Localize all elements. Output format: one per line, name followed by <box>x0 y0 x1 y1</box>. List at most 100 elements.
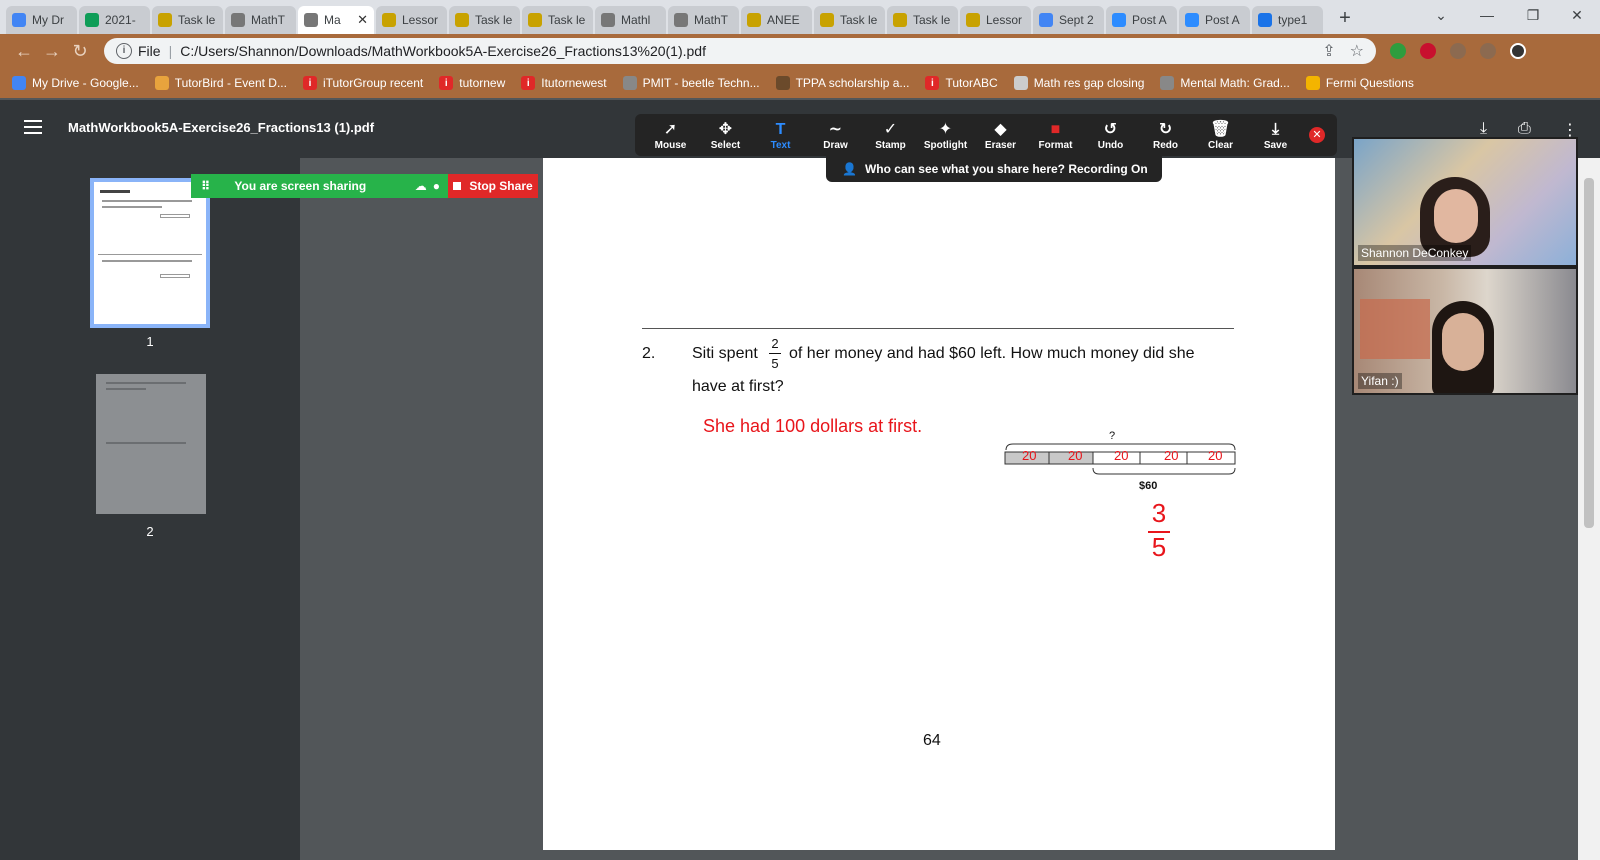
bookmark-favicon-icon <box>1305 76 1320 90</box>
browser-tab[interactable]: Task le <box>814 6 885 34</box>
bookmark-item[interactable]: TPPA scholarship a... <box>775 76 909 90</box>
close-window-icon[interactable]: ✕ <box>1554 0 1600 30</box>
site-info-icon[interactable]: i <box>116 43 132 59</box>
bookmark-item[interactable]: My Drive - Google... <box>12 76 139 90</box>
page-thumbnail-2[interactable] <box>96 374 206 514</box>
browser-tab[interactable]: Task le <box>449 6 520 34</box>
reload-icon[interactable]: ↻ <box>66 41 94 62</box>
browser-tab[interactable]: Task le <box>522 6 593 34</box>
page-thumbnail-1[interactable] <box>90 178 210 328</box>
typed-answer: She had 100 dollars at first. <box>703 416 923 436</box>
browser-tab[interactable]: Mathl <box>595 6 666 34</box>
print-icon[interactable]: ⎙ <box>1518 120 1531 138</box>
extension-icon[interactable] <box>1390 43 1406 59</box>
tool-format-button[interactable]: ■ Format <box>1028 120 1083 151</box>
fraction-denominator: 5 <box>771 356 779 371</box>
minimize-icon[interactable]: — <box>1464 0 1510 30</box>
recording-notice[interactable]: 👤 Who can see what you share here? Recor… <box>826 156 1162 182</box>
mouse-pointer-icon: ➚ <box>663 120 678 138</box>
ublock-extension-icon[interactable] <box>1420 43 1436 59</box>
bookmark-item[interactable]: PMIT - beetle Techn... <box>622 76 760 90</box>
browser-tab[interactable]: Sept 2 <box>1033 6 1104 34</box>
tool-text-button[interactable]: T Text <box>753 120 808 151</box>
close-annotation-icon[interactable]: ✕ <box>1309 127 1325 143</box>
tab-favicon-icon <box>85 13 99 27</box>
browser-tab[interactable]: ANEE <box>741 6 812 34</box>
tool-redo-button[interactable]: ↻ Redo <box>1138 120 1193 151</box>
sharing-status[interactable]: ⠿ You are screen sharing ☁ ● <box>191 174 448 198</box>
tab-title: Task le <box>913 13 951 27</box>
tool-save-button[interactable]: ⤓ Save <box>1248 120 1303 151</box>
eraser-icon: ◆ <box>994 120 1007 138</box>
tool-mouse-button[interactable]: ➚ Mouse <box>643 120 698 151</box>
bookmark-item[interactable]: Mental Math: Grad... <box>1160 76 1290 90</box>
browser-tab[interactable]: My Dr <box>6 6 77 34</box>
bookmark-item[interactable]: i TutorABC <box>925 76 998 90</box>
browser-tab[interactable]: Task le <box>887 6 958 34</box>
bookmark-star-icon[interactable]: ☆ <box>1350 41 1364 61</box>
browser-tab[interactable]: Task le <box>152 6 223 34</box>
thumb-text-line <box>102 260 192 262</box>
menu-icon[interactable] <box>24 120 42 134</box>
new-tab-button[interactable]: + <box>1331 4 1359 32</box>
address-bar[interactable]: i File | C:/Users/Shannon/Downloads/Math… <box>104 38 1376 64</box>
puzzle-extensions-icon[interactable] <box>1480 43 1496 59</box>
close-tab-icon[interactable]: ✕ <box>357 12 368 28</box>
video-tile-student[interactable]: Yifan :) <box>1352 267 1578 395</box>
scrollbar[interactable] <box>1578 158 1600 860</box>
tool-label: Undo <box>1097 139 1124 151</box>
handwritten-denominator: 5 <box>1151 532 1167 562</box>
thumbnail-sidebar: 1 2 <box>0 158 300 860</box>
share-icon[interactable]: ⇪ <box>1322 41 1335 61</box>
checkmark-icon: ✓ <box>883 120 898 138</box>
browser-tab[interactable]: Post A <box>1179 6 1250 34</box>
url-text[interactable]: C:/Users/Shannon/Downloads/MathWorkbook5… <box>180 43 706 59</box>
bookmark-item[interactable]: Math res gap closing <box>1013 76 1144 90</box>
browser-tab[interactable]: 2021- <box>79 6 150 34</box>
bookmark-item[interactable]: i Itutornewest <box>521 76 607 90</box>
bookmark-item[interactable]: TutorBird - Event D... <box>154 76 287 90</box>
tool-select-button[interactable]: ✥ Select <box>698 120 753 151</box>
bookmark-favicon-icon <box>12 76 26 90</box>
tool-eraser-button[interactable]: ◆ Eraser <box>973 120 1028 151</box>
video-tile-host[interactable]: Shannon DeConkey <box>1352 137 1578 267</box>
browser-tab[interactable]: MathT <box>225 6 296 34</box>
bookmark-item[interactable]: i tutornew <box>439 76 505 90</box>
divider: | <box>168 43 173 59</box>
tab-favicon-icon <box>820 13 834 27</box>
browser-tab[interactable]: Post A <box>1106 6 1177 34</box>
browser-tab[interactable]: Lessor <box>376 6 447 34</box>
tool-undo-button[interactable]: ↺ Undo <box>1083 120 1138 151</box>
tool-draw-button[interactable]: ∼ Draw <box>808 120 863 151</box>
drag-handle-icon[interactable]: ⠿ <box>201 179 210 193</box>
tab-title: Lessor <box>402 13 439 27</box>
bookmark-item[interactable]: i iTutorGroup recent <box>302 76 423 90</box>
format-color-icon: ■ <box>1050 120 1061 138</box>
scrollbar-thumb[interactable] <box>1584 178 1594 528</box>
tool-label: Spotlight <box>923 139 968 151</box>
forward-icon[interactable]: → <box>38 41 66 62</box>
thumbnail-label: 1 <box>146 334 154 349</box>
tool-spotlight-button[interactable]: ✦ Spotlight <box>918 120 973 151</box>
restore-icon[interactable]: ❐ <box>1510 0 1556 30</box>
bookmark-favicon-icon <box>1160 76 1175 90</box>
browser-tab[interactable]: Lessor <box>960 6 1031 34</box>
thumb-text-line <box>102 200 192 202</box>
stop-icon <box>453 182 462 190</box>
tool-clear-button[interactable]: 🗑 Clear <box>1193 120 1248 151</box>
profile-avatar[interactable] <box>1510 43 1526 59</box>
stop-share-button[interactable]: Stop Share <box>448 174 538 198</box>
handwritten-numerator: 3 <box>1151 498 1167 528</box>
browser-tab[interactable]: Ma ✕ <box>298 6 374 34</box>
tool-stamp-button[interactable]: ✓ Stamp <box>863 120 918 151</box>
pdf-page[interactable]: 2. Siti spent 2 5 of her money and had $… <box>543 158 1335 850</box>
bookmark-item[interactable]: Fermi Questions <box>1305 76 1414 90</box>
tab-search-icon[interactable]: ⌄ <box>1418 0 1464 30</box>
download-icon[interactable]: ⤓ <box>1480 120 1487 138</box>
browser-tab[interactable]: MathT <box>668 6 739 34</box>
browser-tab[interactable]: type1 <box>1252 6 1323 34</box>
back-icon[interactable]: ← <box>10 41 38 62</box>
extension-icon[interactable] <box>1450 43 1466 59</box>
tool-label: Select <box>710 139 741 151</box>
tab-title: Post A <box>1132 13 1167 27</box>
